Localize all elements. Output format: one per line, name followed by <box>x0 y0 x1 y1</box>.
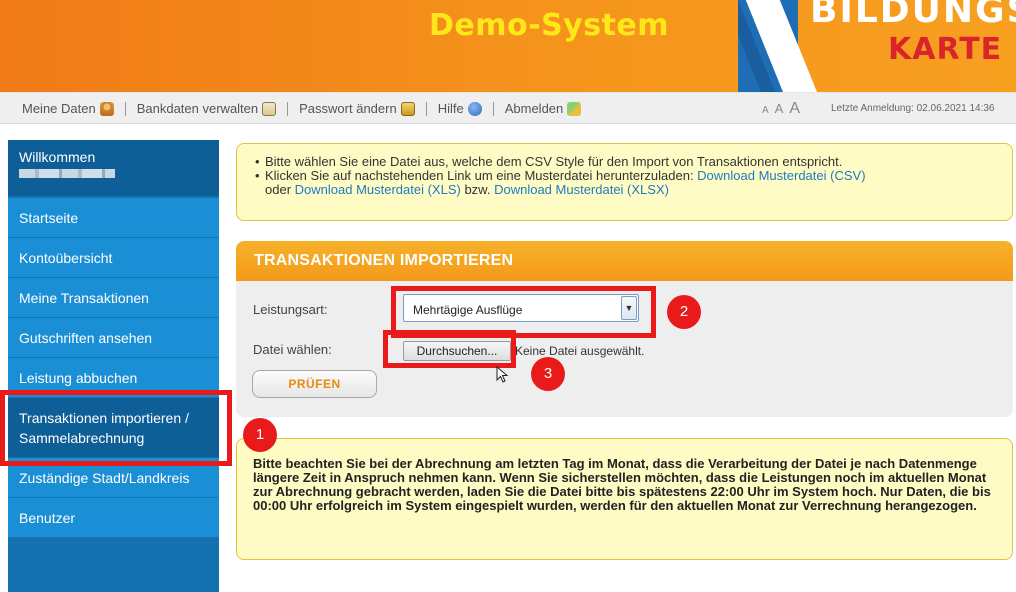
annotation-marker-2: 2 <box>667 295 701 329</box>
sidebar-nav: Startseite Kontoübersicht Meine Transakt… <box>8 198 219 538</box>
no-file-selected-text: Keine Datei ausgewählt. <box>515 344 645 358</box>
logo-text-karte: KARTE <box>888 32 1003 67</box>
help-icon <box>467 101 482 116</box>
annotation-marker-1: 1 <box>243 418 277 452</box>
logout-icon <box>567 101 582 116</box>
font-size-controls: A A A <box>762 100 806 118</box>
header-banner: Demo-System BILDUNGS KARTE <box>0 0 1016 92</box>
annotation-marker-3: 3 <box>531 357 565 391</box>
download-xls-link[interactable]: Download Musterdatei (XLS) <box>295 182 461 197</box>
nav-divider <box>492 101 494 116</box>
datei-label: Datei wählen: <box>253 342 332 357</box>
nav-passwort-label: Passwort ändern <box>299 101 397 116</box>
pruefen-button[interactable]: PRÜFEN <box>252 370 377 398</box>
password-icon <box>400 101 415 116</box>
leistungsart-label: Leistungsart: <box>253 302 328 317</box>
last-login-info: Letzte Anmeldung: 02.06.2021 14:36 <box>831 103 995 114</box>
nav-bankdaten-label: Bankdaten verwalten <box>136 101 259 116</box>
font-size-large-button[interactable]: A <box>789 100 800 118</box>
download-csv-link[interactable]: Download Musterdatei (CSV) <box>697 168 865 183</box>
info-item-2: Klicken Sie auf nachstehenden Link um ei… <box>255 169 994 197</box>
notice-box: Bitte beachten Sie bei der Abrechnung am… <box>236 438 1013 560</box>
info-list: Bitte wählen Sie eine Datei aus, welche … <box>255 155 994 197</box>
info-line2-prefix: Klicken Sie auf nachstehenden Link um ei… <box>265 168 698 183</box>
info-box: Bitte wählen Sie eine Datei aus, welche … <box>236 143 1013 221</box>
nav-abmelden[interactable]: Abmelden <box>505 101 582 116</box>
highlight-box-3 <box>383 330 516 368</box>
nav-meine-daten[interactable]: Meine Daten <box>22 101 114 116</box>
sidebar-item-meine-transaktionen[interactable]: Meine Transaktionen <box>8 278 219 318</box>
nav-hilfe-label: Hilfe <box>437 101 464 116</box>
info-line1: Bitte wählen Sie eine Datei aus, welche … <box>265 154 843 169</box>
nav-bankdaten[interactable]: Bankdaten verwalten <box>136 101 277 116</box>
info-line2-bzw: bzw. <box>460 182 495 197</box>
logo-text-bildungs: BILDUNGS <box>810 0 1016 31</box>
nav-divider <box>124 101 126 116</box>
font-size-small-button[interactable]: A <box>762 105 769 116</box>
sidebar-item-kontouebersicht[interactable]: Kontoübersicht <box>8 238 219 278</box>
bank-icon <box>262 101 277 116</box>
blurred-user-name <box>19 169 115 178</box>
info-item-1: Bitte wählen Sie eine Datei aus, welche … <box>255 154 994 170</box>
sidebar-item-startseite[interactable]: Startseite <box>8 198 219 238</box>
nav-meine-daten-label: Meine Daten <box>22 101 96 116</box>
info-line2-or: oder <box>265 182 295 197</box>
sidebar: Willkommen Startseite Kontoübersicht Mei… <box>8 140 219 592</box>
notice-text: Bitte beachten Sie bei der Abrechnung am… <box>253 456 991 513</box>
top-navbar: Meine Daten Bankdaten verwalten Passwort… <box>0 92 1016 124</box>
nav-abmelden-label: Abmelden <box>504 101 564 116</box>
nav-divider <box>287 101 289 116</box>
nav-hilfe[interactable]: Hilfe <box>438 101 482 116</box>
sidebar-item-gutschriften[interactable]: Gutschriften ansehen <box>8 318 219 358</box>
welcome-panel: Willkommen <box>8 140 219 196</box>
highlight-box-1 <box>0 390 232 466</box>
download-xlsx-link[interactable]: Download Musterdatei (XLSX) <box>494 182 669 197</box>
top-nav-items: Meine Daten Bankdaten verwalten Passwort… <box>22 101 582 116</box>
user-icon <box>99 101 114 116</box>
site-title: Demo-System <box>429 8 670 43</box>
import-panel-title: TRANSAKTIONEN IMPORTIEREN <box>236 241 1013 281</box>
bildungskarte-logo: BILDUNGS KARTE <box>738 0 1016 92</box>
nav-passwort[interactable]: Passwort ändern <box>299 101 415 116</box>
sidebar-item-benutzer[interactable]: Benutzer <box>8 498 219 538</box>
nav-divider <box>425 101 427 116</box>
font-size-medium-button[interactable]: A <box>775 101 784 116</box>
welcome-title: Willkommen <box>19 149 96 165</box>
